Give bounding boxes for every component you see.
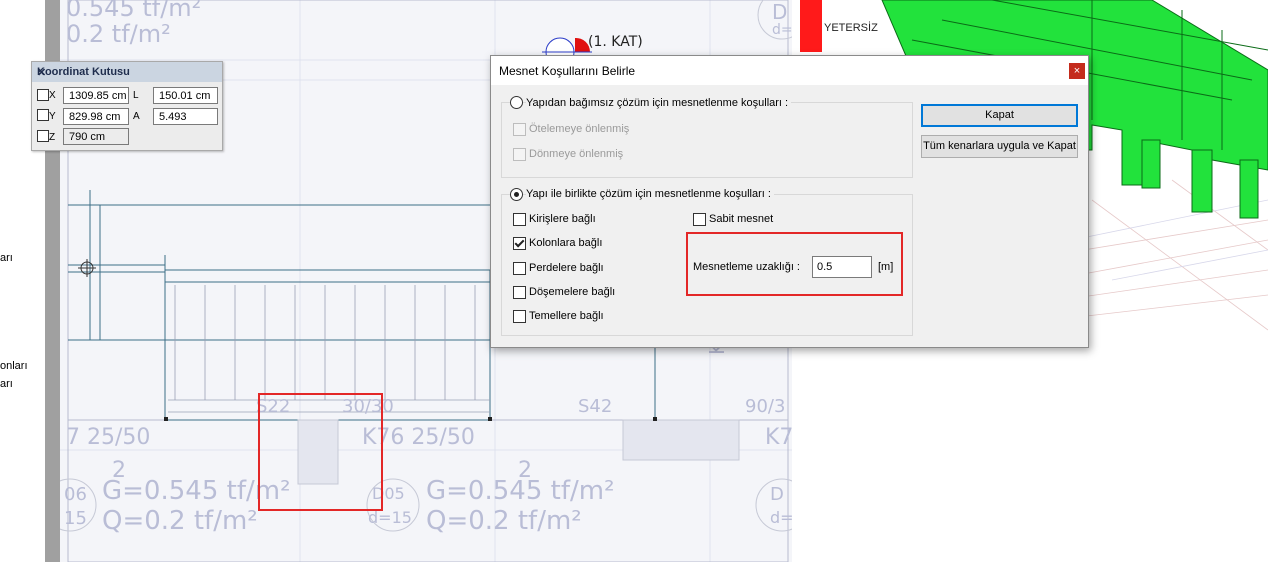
slab-live-load: Q=0.2 tf/m² [102, 506, 258, 536]
side-label: arı [0, 378, 13, 390]
rotation-restrained-label: Dönmeye önlenmiş [529, 148, 624, 160]
dialog-title: Mesnet Koşullarını Belirle [499, 64, 636, 78]
fixed-support-checkbox[interactable] [693, 213, 706, 226]
slab-live-load: Q=0.2 tf/m² [426, 506, 582, 536]
highlight-box [686, 232, 903, 296]
load-label: 0.2 tf/m² [66, 20, 171, 48]
y-label: Y [49, 111, 56, 122]
columns-connected-label: Kolonlara bağlı [529, 237, 603, 249]
l-label: L [133, 90, 139, 101]
independent-solution-group [501, 102, 913, 178]
fixed-support-label: Sabit mesnet [709, 213, 774, 225]
z-lock-checkbox[interactable] [37, 130, 49, 142]
y-lock-checkbox[interactable] [37, 109, 49, 121]
slab-dead-load: G=0.545 tf/m² [426, 476, 615, 506]
z-label: Z [49, 132, 56, 143]
independent-solution-label: Yapıdan bağımsız çözüm için mesnetlenme … [526, 97, 792, 109]
close-icon[interactable]: ✕ [37, 66, 216, 79]
slabs-connected-label: Döşemelere bağlı [529, 286, 616, 298]
columns-connected-checkbox[interactable] [513, 237, 526, 250]
slab-thickness: d= [770, 508, 792, 527]
close-icon[interactable]: × [1069, 63, 1085, 79]
foundations-connected-checkbox[interactable] [513, 310, 526, 323]
slab-badge-sub: d= [772, 22, 792, 38]
close-button[interactable]: Kapat [921, 104, 1078, 127]
coordinate-box-panel[interactable]: Koordinat Kutusu ✕ X 1309.85 cm L 150.01… [31, 61, 223, 151]
foundations-connected-label: Temellere bağlı [529, 310, 604, 322]
translation-restrained-label: Ötelemeye önlenmiş [529, 123, 630, 135]
rotation-restrained-checkbox [513, 148, 526, 161]
slabs-connected-checkbox[interactable] [513, 286, 526, 299]
l-value-field[interactable]: 150.01 cm [153, 87, 218, 104]
beam-label: K7 [765, 425, 792, 450]
x-label: X [49, 90, 56, 101]
slab-badge: D [772, 0, 788, 24]
slab-id: 06 [64, 484, 87, 505]
status-label: YETERSİZ [824, 22, 878, 34]
highlight-box [258, 393, 383, 511]
floor-label: (1. KAT) [588, 34, 643, 50]
translation-restrained-checkbox [513, 123, 526, 136]
walls-connected-label: Perdelere bağlı [529, 262, 604, 274]
with-structure-label: Yapı ile birlikte çözüm için mesnetlenme… [526, 188, 774, 200]
a-label: A [133, 111, 140, 122]
column-label: S42 [578, 396, 613, 417]
beams-connected-checkbox[interactable] [513, 213, 526, 226]
slab-thickness: 15 [64, 508, 87, 529]
walls-connected-checkbox[interactable] [513, 262, 526, 275]
dialog-titlebar[interactable]: Mesnet Koşullarını Belirle × [491, 56, 1088, 85]
slab-id: D [770, 484, 784, 505]
side-label: arı [0, 252, 13, 264]
z-value-field: 790 cm [63, 128, 129, 145]
load-label: 0.545 tf/m² [66, 0, 202, 22]
support-conditions-dialog[interactable]: Mesnet Koşullarını Belirle × Yapıdan bağ… [490, 55, 1089, 348]
coordinate-box-titlebar[interactable]: Koordinat Kutusu ✕ [32, 62, 222, 82]
with-structure-radio[interactable] [510, 188, 523, 201]
x-value-field[interactable]: 1309.85 cm [63, 87, 129, 104]
a-value-field[interactable]: 5.493 [153, 108, 218, 125]
y-value-field[interactable]: 829.98 cm [63, 108, 129, 125]
beams-connected-label: Kirişlere bağlı [529, 213, 596, 225]
side-label: onları [0, 360, 28, 372]
x-lock-checkbox[interactable] [37, 89, 49, 101]
apply-all-edges-button[interactable]: Tüm kenarlara uygula ve Kapat [921, 135, 1078, 158]
beam-label: 7 25/50 [66, 425, 151, 450]
independent-solution-radio[interactable] [510, 96, 523, 109]
column-size-label: 90/3 [745, 396, 786, 417]
